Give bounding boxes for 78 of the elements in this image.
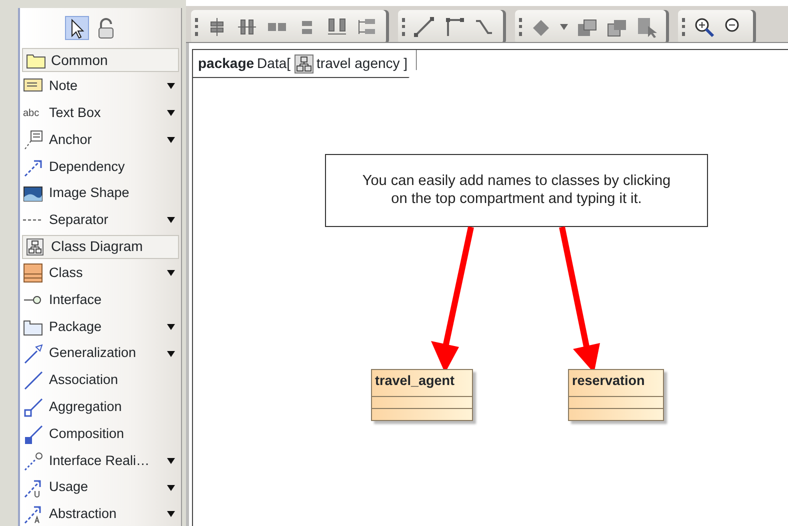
palette-tool[interactable]: Dependency <box>20 153 181 180</box>
section-title: Common <box>51 50 108 70</box>
palette-tool[interactable]: Association <box>20 366 181 394</box>
anchor-icon <box>23 130 45 150</box>
palette-tool[interactable]: Interface Reali… <box>20 447 181 474</box>
caret-icon[interactable] <box>167 324 175 330</box>
palette-tool[interactable]: Image Shape <box>20 180 181 207</box>
palette-tool[interactable]: abc Text Box <box>20 100 181 127</box>
dashed-line-icon <box>23 219 43 222</box>
palette-tool[interactable]: Usage <box>20 474 181 501</box>
tool-label: Usage <box>49 478 90 496</box>
palette-tool[interactable]: Composition <box>20 420 181 448</box>
package-name: Data[ <box>257 54 291 73</box>
tool-label: Abstraction <box>49 505 118 524</box>
note-text: You can easily add names to classes by clicking on the top compartment and typing it it. <box>325 154 708 227</box>
toolbar-grip[interactable] <box>195 18 198 36</box>
tool-label: Association <box>49 371 120 390</box>
tool-label: Composition <box>49 424 126 443</box>
caret-icon[interactable] <box>167 136 175 143</box>
caret-icon <box>560 24 568 30</box>
frame-keyword: package <box>198 54 254 73</box>
tool-label: Dependency <box>49 158 126 176</box>
generalization-icon <box>23 344 45 364</box>
composition-icon <box>23 424 45 444</box>
class-name: travel_agent <box>372 370 472 397</box>
tool-label: Interface Reali… <box>49 452 151 470</box>
line-icon <box>413 16 435 38</box>
class-name: reservation <box>569 370 663 397</box>
section-title: Class Diagram <box>51 237 143 256</box>
palette-tool[interactable]: Note <box>20 73 181 100</box>
tool-label: Package <box>49 318 103 336</box>
caret-icon[interactable] <box>167 350 175 357</box>
tool-label: Anchor <box>49 130 93 149</box>
caret-icon[interactable] <box>167 458 175 464</box>
tool-label: Text Box <box>49 104 102 122</box>
tool-label: Aggregation <box>49 398 123 416</box>
palette-tool[interactable]: Anchor <box>20 126 181 154</box>
palette-tool[interactable]: Generalization <box>20 340 181 367</box>
realization-icon <box>23 450 45 471</box>
select-button[interactable] <box>636 16 658 38</box>
caret-icon[interactable] <box>167 511 175 518</box>
line-button[interactable] <box>413 16 435 38</box>
class-icon <box>23 263 45 284</box>
rectilinear-line-button[interactable] <box>443 16 465 38</box>
caret-icon[interactable] <box>167 110 175 116</box>
palette-tool[interactable]: Interface <box>20 286 181 314</box>
tool-label: Interface <box>49 290 103 309</box>
toolbar-grip[interactable] <box>402 18 405 36</box>
palette-tool[interactable]: Aggregation <box>20 394 181 421</box>
pointer-tool-button[interactable] <box>64 16 88 40</box>
palette-tool[interactable]: Class <box>20 260 181 287</box>
class-diagram-icon <box>294 54 314 74</box>
caret-icon[interactable] <box>167 83 175 90</box>
aggregation-icon <box>23 397 45 418</box>
caret-icon[interactable] <box>167 217 175 224</box>
palette-section-header[interactable]: Common <box>22 48 179 72</box>
caret-icon[interactable] <box>167 270 175 276</box>
zoom-in-icon <box>693 16 715 38</box>
tool-label: Separator <box>49 211 110 230</box>
zoom-in-button[interactable] <box>693 16 715 38</box>
tool-label: Class <box>49 264 84 282</box>
text-box-icon: abc <box>23 106 45 121</box>
palette-section-header[interactable]: Class Diagram <box>22 234 179 259</box>
tool-label: Generalization <box>49 344 138 362</box>
toolbar-grip[interactable] <box>682 18 685 36</box>
palette-tool[interactable]: Separator <box>20 206 181 234</box>
palette-tool[interactable]: Abstraction <box>20 500 181 526</box>
select-icon <box>636 16 658 38</box>
palette-tool[interactable]: Package <box>20 313 181 340</box>
caret-icon[interactable] <box>167 484 175 491</box>
image-icon <box>23 184 45 204</box>
class-diagram-icon <box>26 238 46 256</box>
tool-label: Note <box>49 77 79 96</box>
rectilinear-line-icon <box>443 16 465 38</box>
tool-label: Image Shape <box>49 184 130 202</box>
association-icon <box>23 370 45 390</box>
diagram-name: travel agency ] <box>316 54 408 73</box>
toolbar-grip[interactable] <box>519 18 522 36</box>
